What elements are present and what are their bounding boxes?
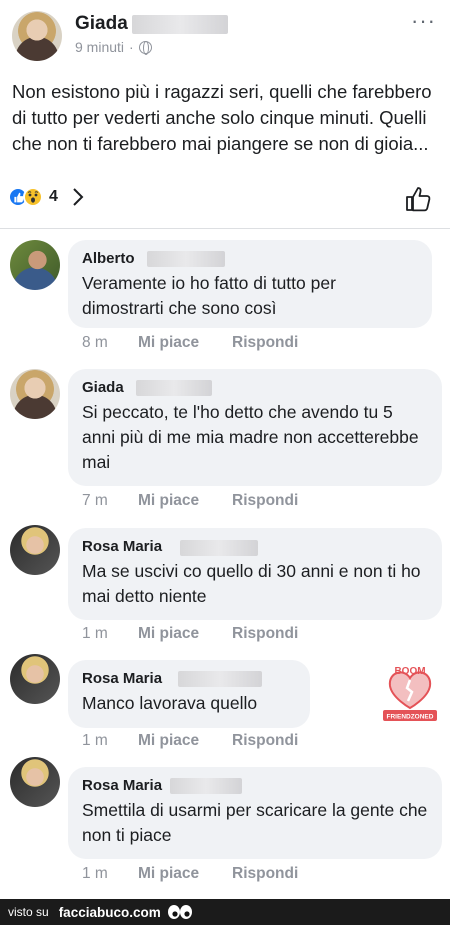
reply-link[interactable]: Rispondi	[232, 865, 298, 883]
watermark-bottom-text: FRIENDZONED	[387, 714, 434, 721]
comment-bubble: Alberto Veramente io ho fatto di tutto p…	[68, 240, 432, 328]
reply-link[interactable]: Rispondi	[232, 732, 298, 750]
globe-icon	[138, 40, 152, 55]
like-link[interactable]: Mi piace	[138, 865, 232, 883]
comment-avatar[interactable]	[10, 240, 60, 290]
more-icon[interactable]: ···	[411, 8, 436, 34]
blurred-surname	[178, 671, 262, 687]
comment-avatar[interactable]	[10, 369, 60, 419]
post-text: Non esistono più i ragazzi seri, quelli …	[12, 81, 432, 154]
comment-time[interactable]: 8 m	[82, 334, 138, 352]
post-meta: 9 minuti ·	[75, 39, 152, 55]
comment-time[interactable]: 7 m	[82, 492, 138, 510]
comment-avatar[interactable]	[10, 654, 60, 704]
comment-text: Ma se uscivi co quello di 30 anni e non …	[82, 561, 421, 606]
comment-time[interactable]: 1 m	[82, 625, 138, 643]
like-link[interactable]: Mi piace	[138, 334, 232, 352]
meta-separator: ·	[129, 39, 134, 55]
post-author-name[interactable]: Giada	[75, 13, 128, 35]
post-time[interactable]: 9 minuti	[75, 39, 124, 55]
blurred-surname	[132, 15, 228, 34]
comment-avatar[interactable]	[10, 757, 60, 807]
blurred-surname	[170, 778, 242, 794]
footer-visto-label: visto su	[8, 905, 49, 919]
boom-friendzoned-logo: BOOM FRIENDZONED	[383, 666, 437, 721]
comment-time[interactable]: 1 m	[82, 732, 138, 750]
footer-site-link[interactable]: facciabuco.com	[59, 905, 161, 920]
reply-link[interactable]: Rispondi	[232, 334, 298, 352]
like-link[interactable]: Mi piace	[138, 625, 232, 643]
comment-actions: 7 m Mi piace Rispondi	[82, 492, 298, 510]
comment-author[interactable]: Giada	[82, 378, 428, 398]
comment-actions: 8 m Mi piace Rispondi	[82, 334, 298, 352]
comment-avatar[interactable]	[10, 525, 60, 575]
comment-author[interactable]: Alberto	[82, 249, 418, 269]
comment-author[interactable]: Rosa Maria	[82, 776, 428, 796]
reply-link[interactable]: Rispondi	[232, 625, 298, 643]
chevron-right-icon[interactable]	[72, 187, 84, 207]
thumbs-up-icon[interactable]	[404, 185, 432, 213]
watermark-top-text: BOOM	[394, 666, 425, 677]
comment-actions: 1 m Mi piace Rispondi	[82, 625, 298, 643]
like-link[interactable]: Mi piace	[138, 492, 232, 510]
comment-actions: 1 m Mi piace Rispondi	[82, 732, 298, 750]
comment-text: Smettila di usarmi per scaricare la gent…	[82, 800, 428, 845]
comment-bubble: Rosa Maria Smettila di usarmi per scaric…	[68, 767, 442, 859]
blurred-surname	[136, 380, 212, 396]
blurred-surname	[180, 540, 258, 556]
reactions-bar[interactable]: 4	[8, 187, 84, 207]
footer-bar: visto su facciabuco.com	[0, 899, 450, 925]
post: Giada 9 minuti · ··· Non esistono più i …	[0, 0, 450, 228]
comment-time[interactable]: 1 m	[82, 865, 138, 883]
eyes-icon	[167, 905, 192, 919]
comment-bubble: Giada Si peccato, te l'ho detto che aven…	[68, 369, 442, 486]
wow-reaction-icon	[23, 187, 43, 207]
post-divider	[0, 228, 450, 229]
post-author-avatar[interactable]	[12, 11, 62, 61]
reply-link[interactable]: Rispondi	[232, 492, 298, 510]
comment-text: Si peccato, te l'ho detto che avendo tu …	[82, 402, 419, 472]
reaction-count: 4	[49, 188, 58, 205]
comment-text: Manco lavorava quello	[82, 693, 258, 713]
comment-actions: 1 m Mi piace Rispondi	[82, 865, 298, 883]
like-link[interactable]: Mi piace	[138, 732, 232, 750]
comment-text: Veramente io ho fatto di tutto per dimos…	[82, 273, 336, 318]
blurred-surname	[147, 251, 225, 267]
